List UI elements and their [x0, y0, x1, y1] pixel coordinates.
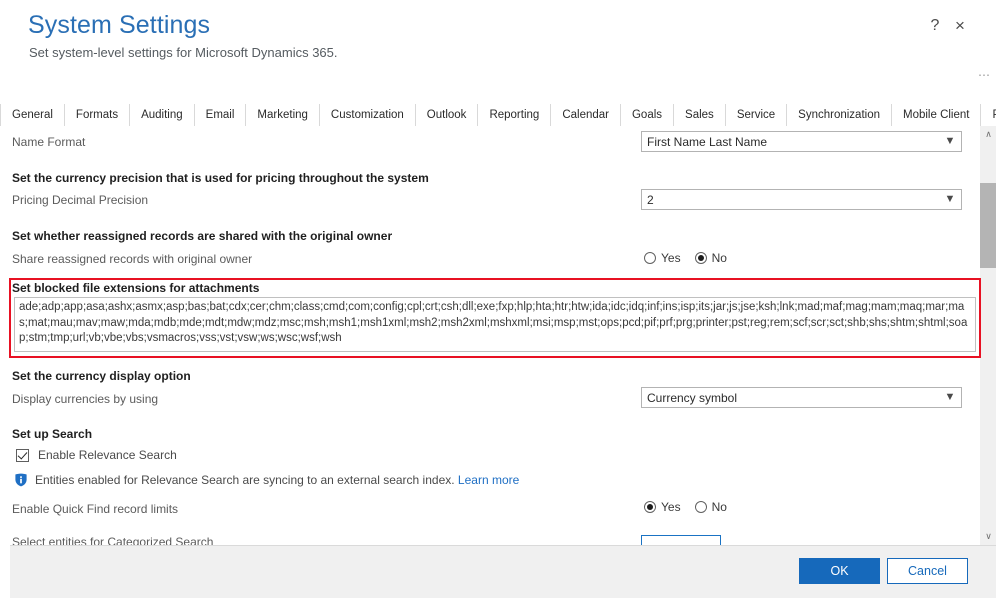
blocked-extensions-heading: Set blocked file extensions for attachme…: [12, 281, 260, 295]
dialog-footer: OK Cancel: [0, 545, 996, 598]
tab-calendar[interactable]: Calendar: [551, 104, 621, 126]
relevance-search-info-row: Entities enabled for Relevance Search ar…: [14, 473, 519, 487]
cancel-button[interactable]: Cancel: [887, 558, 968, 584]
pricing-decimal-precision-value: 2: [647, 192, 654, 207]
overflow-menu-icon[interactable]: ⋯: [978, 69, 991, 81]
radio-circle-icon: [694, 252, 707, 264]
radio-circle-icon: [644, 252, 656, 264]
name-format-select[interactable]: First Name Last Name ▼: [641, 131, 962, 152]
pricing-decimal-precision-label: Pricing Decimal Precision: [12, 193, 149, 207]
system-settings-dialog: System Settings Set system-level setting…: [0, 0, 996, 598]
checkbox-icon[interactable]: [16, 448, 29, 462]
tab-sales[interactable]: Sales: [674, 104, 726, 126]
tab-goals[interactable]: Goals: [620, 104, 675, 126]
currency-precision-heading: Set the currency precision that is used …: [12, 171, 429, 185]
share-reassigned-no-radio[interactable]: No: [694, 251, 727, 265]
relevance-search-info-sentence: Entities enabled for Relevance Search ar…: [35, 473, 455, 487]
scroll-down-arrow-icon[interactable]: ∨: [980, 528, 996, 545]
footer-left-gutter: [0, 545, 10, 598]
quick-find-radio-group: Yes No: [644, 500, 727, 514]
name-format-value: First Name Last Name: [647, 134, 768, 149]
tab-outlook[interactable]: Outlook: [415, 104, 479, 126]
tab-email[interactable]: Email: [194, 104, 247, 126]
blocked-extensions-textarea[interactable]: ade;adp;app;asa;ashx;asmx;asp;bas;bat;cd…: [14, 297, 976, 352]
share-reassigned-radio-group: Yes No: [644, 251, 727, 265]
categorized-search-label: Select entities for Categorized Search: [12, 535, 214, 545]
tab-service[interactable]: Service: [725, 104, 788, 126]
tab-customization[interactable]: Customization: [319, 104, 416, 126]
quick-find-no-radio[interactable]: No: [694, 500, 727, 514]
display-currencies-select[interactable]: Currency symbol ▼: [641, 387, 962, 408]
pricing-decimal-precision-select[interactable]: 2 ▼: [641, 189, 962, 210]
share-reassigned-yes-radio[interactable]: Yes: [644, 251, 681, 265]
tab-previews[interactable]: Previews: [981, 104, 996, 126]
tab-general[interactable]: General: [0, 104, 65, 127]
categorized-search-control[interactable]: [641, 535, 721, 545]
tab-marketing[interactable]: Marketing: [246, 104, 320, 126]
help-icon[interactable]: ?: [925, 18, 945, 34]
scrollbar-thumb[interactable]: [980, 183, 996, 268]
ok-button[interactable]: OK: [799, 558, 880, 584]
tab-mobile-client[interactable]: Mobile Client: [892, 104, 982, 126]
scroll-up-arrow-icon[interactable]: ∧: [980, 126, 996, 143]
currency-display-heading: Set the currency display option: [12, 369, 191, 383]
chevron-down-icon: ▼: [944, 135, 956, 147]
learn-more-link[interactable]: Learn more: [458, 473, 519, 487]
radio-circle-icon: [694, 501, 707, 513]
dialog-header: System Settings Set system-level setting…: [0, 0, 996, 98]
chevron-down-icon: ▼: [944, 391, 956, 403]
enable-relevance-search-label: Enable Relevance Search: [38, 448, 177, 462]
quick-find-label: Enable Quick Find record limits: [12, 502, 179, 516]
name-format-label: Name Format: [12, 135, 86, 149]
settings-tabstrip: General Formats Auditing Email Marketing…: [0, 104, 996, 127]
share-reassigned-label: Share reassigned records with original o…: [12, 252, 253, 266]
page-title: System Settings: [28, 11, 211, 39]
display-currencies-value: Currency symbol: [647, 390, 738, 405]
tab-formats[interactable]: Formats: [64, 104, 131, 126]
quick-find-yes-label: Yes: [661, 500, 681, 514]
tab-reporting[interactable]: Reporting: [478, 104, 552, 126]
share-reassigned-no-label: No: [711, 251, 727, 265]
close-icon[interactable]: ×: [950, 17, 970, 34]
chevron-down-icon: ▼: [944, 193, 956, 205]
setup-search-heading: Set up Search: [12, 427, 93, 441]
tab-synchronization[interactable]: Synchronization: [787, 104, 892, 126]
tab-auditing[interactable]: Auditing: [130, 104, 195, 126]
quick-find-yes-radio[interactable]: Yes: [644, 500, 681, 514]
reassigned-records-heading: Set whether reassigned records are share…: [12, 229, 393, 243]
settings-scrollbar[interactable]: ∧ ∨: [979, 126, 996, 545]
enable-relevance-search-checkbox-row[interactable]: Enable Relevance Search: [16, 448, 177, 462]
info-icon: [14, 473, 28, 487]
display-currencies-label: Display currencies by using: [12, 392, 159, 406]
quick-find-no-label: No: [711, 500, 727, 514]
page-subtitle: Set system-level settings for Microsoft …: [29, 45, 338, 60]
relevance-search-info-text: Entities enabled for Relevance Search ar…: [35, 473, 519, 487]
radio-circle-icon: [644, 501, 656, 513]
share-reassigned-yes-label: Yes: [661, 251, 681, 265]
